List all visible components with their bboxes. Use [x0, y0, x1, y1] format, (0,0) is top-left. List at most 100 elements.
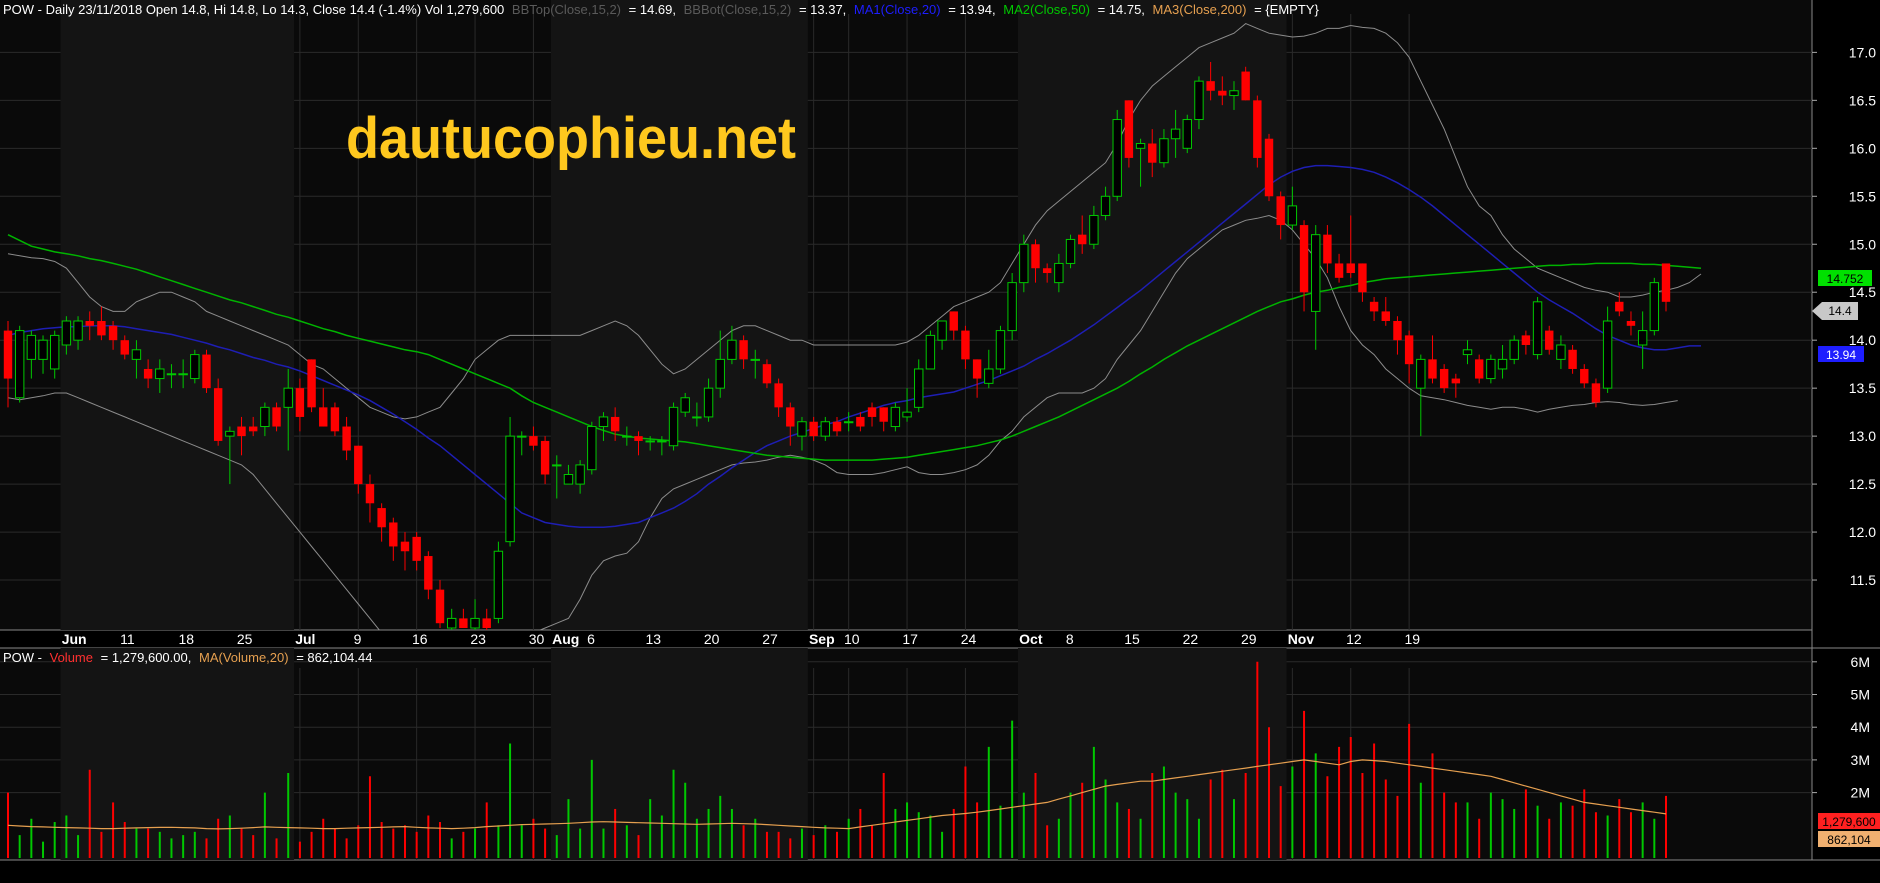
candle-body — [1206, 81, 1215, 91]
candle-body — [237, 426, 246, 437]
candle-body — [902, 411, 912, 418]
candle-body — [1545, 330, 1554, 350]
date-label: 22 — [1183, 631, 1199, 647]
candle-body — [1159, 138, 1169, 164]
candle-body — [1568, 349, 1577, 369]
date-label: 9 — [354, 631, 362, 647]
volume-ma-badge: 862,104 — [1818, 831, 1880, 847]
candle-body — [1112, 119, 1122, 197]
chart-window: dautucophieu.net 11.5 12.0 12.5 13.0 13.5 14.… — [0, 0, 1880, 878]
volume-header: POW - Volume = 1,279,600.00, MA(Volume,2… — [3, 650, 372, 665]
candle-body — [949, 311, 958, 331]
header-ma3-value: = {EMPTY} — [1254, 2, 1319, 17]
date-label: 11 — [120, 631, 135, 647]
price-tick-label: 12.0 — [1849, 524, 1876, 540]
candle-body — [1253, 100, 1262, 158]
header-ma3-label: MA3(Close,200) — [1153, 2, 1247, 17]
volume-tick-label: 5M — [1851, 687, 1870, 703]
close-badge-text: 14.4 — [1828, 304, 1852, 318]
candle-body — [1276, 196, 1285, 226]
ma2-badge: 14.752 — [1818, 270, 1872, 286]
candle-body — [552, 464, 562, 467]
candle-body — [1229, 90, 1239, 97]
ma1-badge: 13.94 — [1818, 346, 1864, 362]
candle-body — [50, 334, 60, 370]
volume-header-prefix: POW - — [3, 650, 42, 665]
header-ma2-value: = 14.75, — [1098, 2, 1145, 17]
candle-body — [680, 397, 690, 413]
candle-body — [995, 330, 1006, 370]
price-tick-label: 14.5 — [1849, 284, 1876, 300]
candle-body — [459, 618, 468, 628]
candle-body — [1474, 359, 1484, 379]
candle-body — [319, 407, 328, 427]
candle-body — [1346, 263, 1355, 274]
candle-body — [984, 368, 994, 384]
date-label: 17 — [902, 631, 918, 647]
date-label: 25 — [237, 631, 253, 647]
candle-body — [937, 320, 947, 341]
candle — [1253, 95, 1262, 168]
watermark: dautucophieu.net — [346, 106, 796, 171]
candle-body — [786, 407, 795, 427]
date-label: 23 — [470, 631, 486, 647]
price-tick-label: 14.0 — [1849, 332, 1876, 348]
price-volume-chart[interactable]: dautucophieu.net 11.5 12.0 12.5 13.0 13.5 14.… — [0, 0, 1880, 878]
candle-body — [1241, 71, 1250, 101]
date-label: 6 — [587, 631, 595, 647]
candle-body — [1486, 358, 1496, 380]
date-label: 24 — [961, 631, 977, 647]
candle-body — [1148, 143, 1157, 163]
volume-ma-badge-text: 862,104 — [1827, 833, 1871, 847]
candle-body — [354, 445, 363, 485]
candle-body — [1194, 80, 1204, 121]
candle-body — [832, 421, 842, 432]
candle-body — [587, 426, 597, 471]
candle-body — [400, 541, 410, 552]
price-tick-label: 13.0 — [1849, 428, 1876, 444]
candle — [1065, 234, 1076, 269]
candle-body — [867, 407, 877, 417]
candle-body — [563, 474, 574, 485]
candle-body — [1019, 243, 1029, 284]
candle-body — [925, 334, 936, 370]
candle-body — [1381, 311, 1390, 321]
header-bbbot-label: BBBot(Close,15,2) — [684, 2, 792, 17]
candle-body — [727, 339, 737, 360]
candle-body — [97, 321, 106, 336]
candle-body — [190, 354, 200, 380]
candle-body — [1416, 358, 1426, 389]
candle-body — [482, 618, 491, 628]
date-axis-labels: Jun 11 18 25 Jul 9 16 23 30 Aug 6 13 20 27 Sep 10 17 24 Oc… — [62, 631, 1421, 647]
date-label: 30 — [529, 631, 545, 647]
candle — [307, 359, 316, 413]
date-label: 12 — [1346, 631, 1362, 647]
candle-body — [342, 426, 351, 451]
candle-body — [750, 358, 760, 361]
candle — [493, 541, 504, 624]
candle-body — [131, 349, 142, 360]
candle-body — [14, 330, 25, 399]
candle-body — [108, 325, 118, 341]
date-label: 20 — [704, 631, 720, 647]
candle-body — [1369, 301, 1379, 312]
candle-body — [3, 330, 13, 379]
ma2-badge-text: 14.752 — [1827, 272, 1864, 286]
candle-body — [470, 617, 480, 629]
candle-body — [1031, 244, 1040, 269]
candle-body — [26, 334, 37, 360]
candle-body — [843, 421, 854, 424]
candle-body — [1311, 234, 1321, 312]
date-label: Aug — [552, 631, 579, 647]
candle-body — [692, 416, 702, 419]
date-label: 15 — [1124, 631, 1140, 647]
candle-body — [1404, 335, 1414, 365]
date-label: Nov — [1288, 631, 1315, 647]
date-label: Oct — [1019, 631, 1043, 647]
candle-body — [634, 436, 643, 441]
candle — [1007, 273, 1017, 341]
candle-body — [657, 440, 667, 443]
candle-body — [1287, 205, 1298, 226]
candle-body — [1042, 268, 1052, 274]
candle-body — [598, 416, 609, 428]
